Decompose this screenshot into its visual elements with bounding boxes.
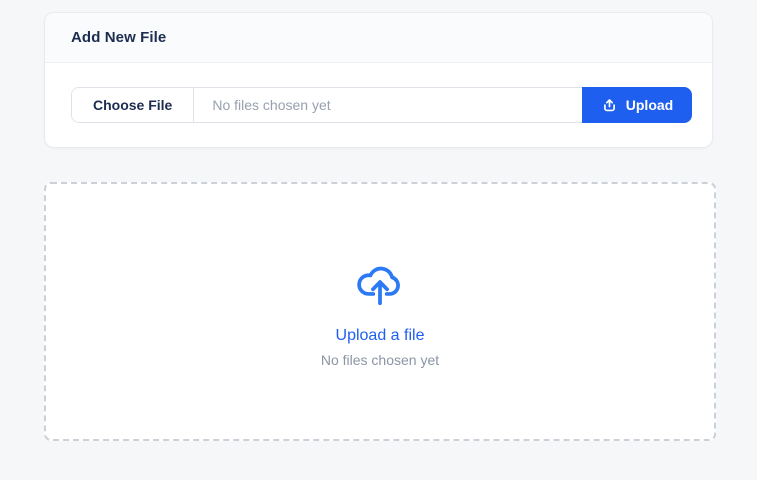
card-title: Add New File xyxy=(71,29,167,46)
file-input[interactable]: Choose File No files chosen yet xyxy=(71,87,582,123)
dropzone-status-text: No files chosen yet xyxy=(320,352,440,368)
file-dropzone[interactable]: Upload a file No files chosen yet xyxy=(44,182,716,441)
card-header: Add New File xyxy=(45,13,712,63)
upload-button-label: Upload xyxy=(625,97,674,113)
page: Add New File Choose File No files chosen… xyxy=(0,0,757,480)
upload-tray-icon xyxy=(601,97,618,114)
cloud-upload-icon xyxy=(355,255,405,314)
upload-a-file-link[interactable]: Upload a file xyxy=(336,327,425,345)
card-body: Choose File No files chosen yet Upload xyxy=(45,63,712,147)
add-new-file-card: Add New File Choose File No files chosen… xyxy=(44,12,713,148)
file-input-placeholder: No files chosen yet xyxy=(212,97,331,113)
choose-file-button[interactable]: Choose File xyxy=(72,88,195,122)
file-input-group: Choose File No files chosen yet Upload xyxy=(71,87,692,123)
upload-button[interactable]: Upload xyxy=(582,87,692,123)
